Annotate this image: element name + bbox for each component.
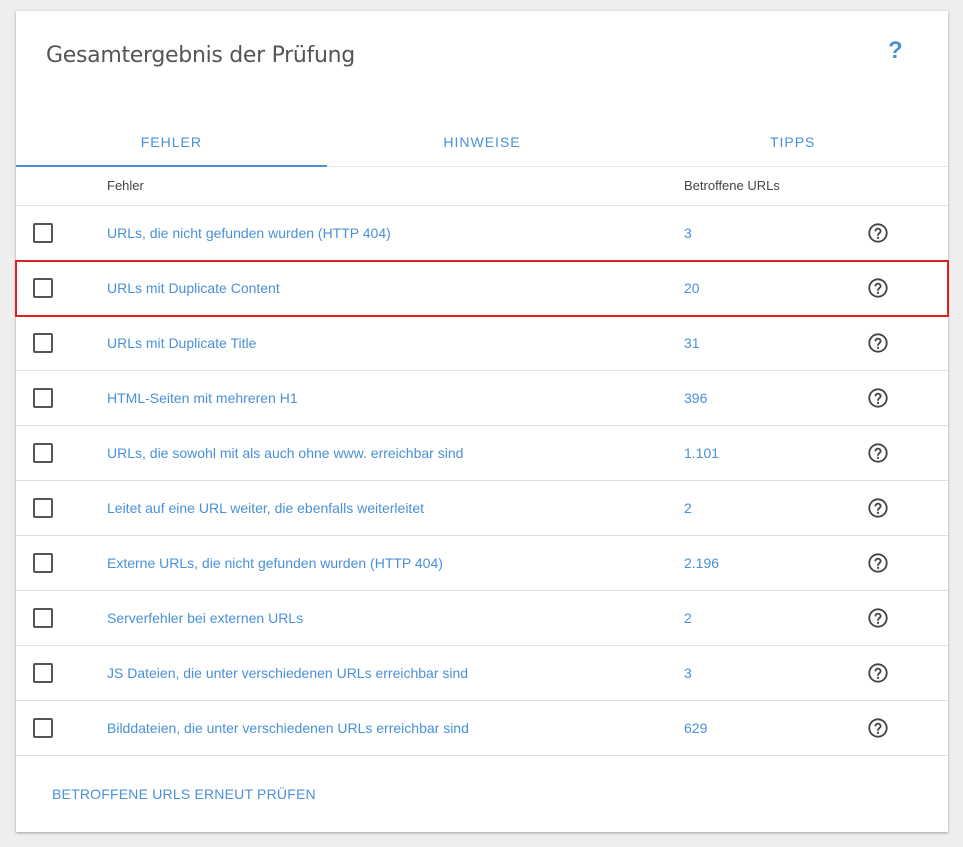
error-type-link[interactable]: Bilddateien, die unter verschiedenen URL… xyxy=(107,701,469,755)
question-circle-icon[interactable] xyxy=(867,277,889,299)
question-circle-icon[interactable] xyxy=(867,717,889,739)
error-type-link[interactable]: JS Dateien, die unter verschiedenen URLs… xyxy=(107,646,468,700)
question-circle-icon[interactable] xyxy=(867,387,889,409)
table-row: Bilddateien, die unter verschiedenen URL… xyxy=(16,701,948,756)
column-header-error: Fehler xyxy=(107,178,144,193)
question-circle-icon[interactable] xyxy=(867,332,889,354)
table-row: JS Dateien, die unter verschiedenen URLs… xyxy=(16,646,948,701)
row-checkbox[interactable] xyxy=(33,388,53,408)
affected-urls-count[interactable]: 1.101 xyxy=(684,426,719,480)
table-row: Externe URLs, die nicht gefunden wurden … xyxy=(16,536,948,591)
affected-urls-count[interactable]: 20 xyxy=(684,261,700,315)
row-checkbox[interactable] xyxy=(33,278,53,298)
tab-tipps[interactable]: TIPPS xyxy=(637,129,948,166)
affected-urls-count[interactable]: 3 xyxy=(684,646,692,700)
error-type-link[interactable]: Serverfehler bei externen URLs xyxy=(107,591,303,645)
row-checkbox[interactable] xyxy=(33,498,53,518)
row-checkbox[interactable] xyxy=(33,553,53,573)
page-title: Gesamtergebnis der Prüfung xyxy=(46,43,355,68)
table-row: URLs mit Duplicate Content 20 xyxy=(15,260,949,317)
question-circle-icon[interactable] xyxy=(867,552,889,574)
affected-urls-count[interactable]: 2.196 xyxy=(684,536,719,590)
question-circle-icon[interactable] xyxy=(867,497,889,519)
tab-hinweise[interactable]: HINWEISE xyxy=(327,129,638,166)
row-checkbox[interactable] xyxy=(33,608,53,628)
affected-urls-count[interactable]: 396 xyxy=(684,371,707,425)
error-type-link[interactable]: HTML-Seiten mit mehreren H1 xyxy=(107,371,298,425)
tab-bar: FEHLER HINWEISE TIPPS xyxy=(16,129,948,167)
table-header: Fehler Betroffene URLs xyxy=(16,167,948,206)
error-type-link[interactable]: Leitet auf eine URL weiter, die ebenfall… xyxy=(107,481,424,535)
table-row: Leitet auf eine URL weiter, die ebenfall… xyxy=(16,481,948,536)
row-checkbox[interactable] xyxy=(33,223,53,243)
error-type-link[interactable]: Externe URLs, die nicht gefunden wurden … xyxy=(107,536,443,590)
column-header-urls: Betroffene URLs xyxy=(684,178,780,193)
row-checkbox[interactable] xyxy=(33,333,53,353)
affected-urls-count[interactable]: 2 xyxy=(684,591,692,645)
affected-urls-count[interactable]: 31 xyxy=(684,316,700,370)
affected-urls-count[interactable]: 2 xyxy=(684,481,692,535)
question-circle-icon[interactable] xyxy=(867,442,889,464)
results-card: Gesamtergebnis der Prüfung ? FEHLER HINW… xyxy=(15,11,949,832)
error-type-link[interactable]: URLs mit Duplicate Content xyxy=(107,261,280,315)
question-circle-icon[interactable] xyxy=(867,607,889,629)
table-row: Serverfehler bei externen URLs 2 xyxy=(16,591,948,646)
recheck-urls-button[interactable]: BETROFFENE URLS ERNEUT PRÜFEN xyxy=(52,786,316,802)
table-row: URLs, die sowohl mit als auch ohne www. … xyxy=(16,426,948,481)
row-checkbox[interactable] xyxy=(33,718,53,738)
help-icon[interactable]: ? xyxy=(888,37,903,65)
row-checkbox[interactable] xyxy=(33,663,53,683)
table-row: URLs mit Duplicate Title 31 xyxy=(16,316,948,371)
error-type-link[interactable]: URLs, die nicht gefunden wurden (HTTP 40… xyxy=(107,206,391,260)
tab-fehler[interactable]: FEHLER xyxy=(16,129,327,167)
row-checkbox[interactable] xyxy=(33,443,53,463)
table-row: HTML-Seiten mit mehreren H1 396 xyxy=(16,371,948,426)
error-type-link[interactable]: URLs, die sowohl mit als auch ohne www. … xyxy=(107,426,463,480)
question-circle-icon[interactable] xyxy=(867,662,889,684)
question-circle-icon[interactable] xyxy=(867,222,889,244)
table-row: URLs, die nicht gefunden wurden (HTTP 40… xyxy=(16,206,948,261)
affected-urls-count[interactable]: 3 xyxy=(684,206,692,260)
affected-urls-count[interactable]: 629 xyxy=(684,701,707,755)
error-type-link[interactable]: URLs mit Duplicate Title xyxy=(107,316,256,370)
